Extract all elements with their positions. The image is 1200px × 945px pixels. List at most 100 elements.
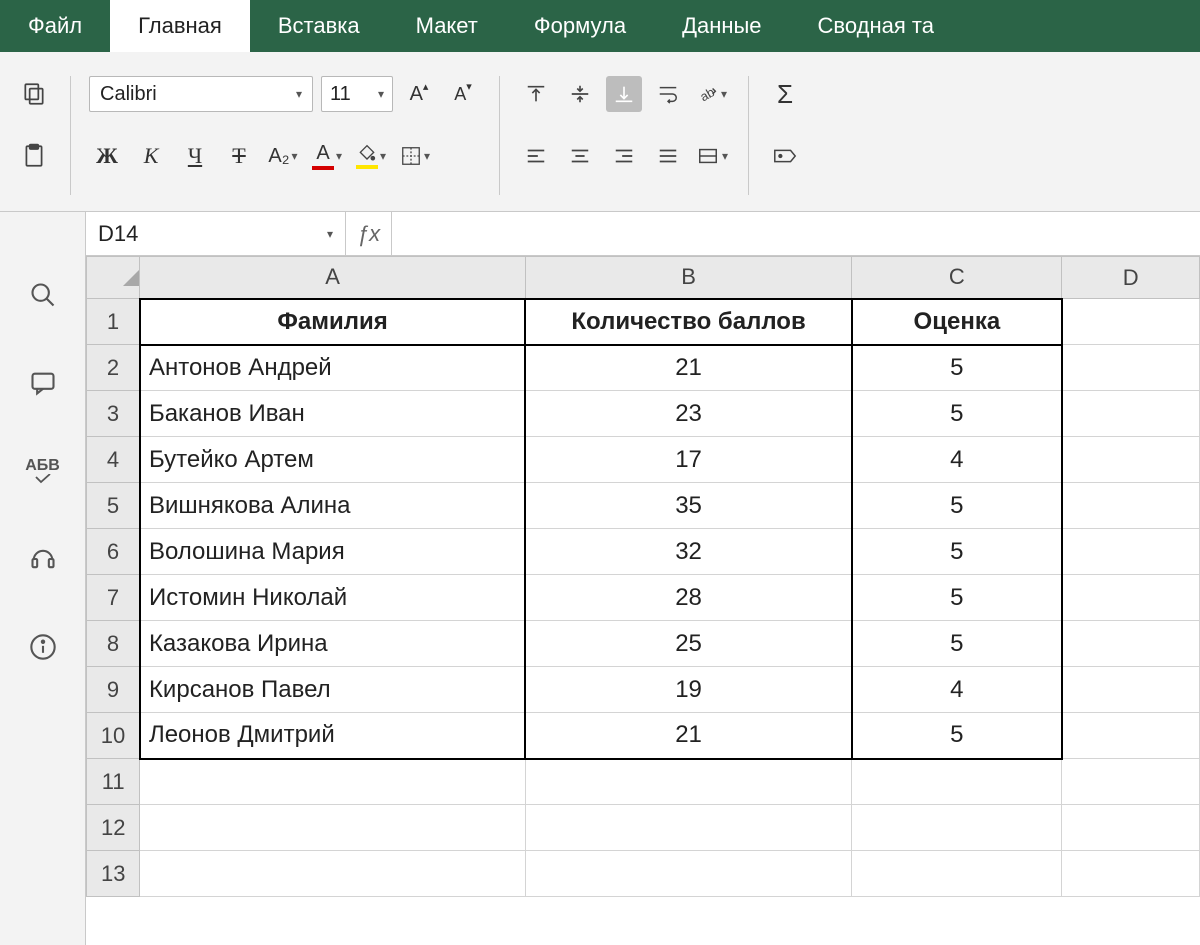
spellcheck-icon[interactable]: АБВ xyxy=(20,448,66,494)
cell-A3[interactable]: Баканов Иван xyxy=(140,391,525,437)
col-header-D[interactable]: D xyxy=(1062,257,1200,299)
cell-A12[interactable] xyxy=(140,805,525,851)
align-justify-icon[interactable] xyxy=(650,138,686,174)
row-header-2[interactable]: 2 xyxy=(87,345,140,391)
select-all-corner[interactable] xyxy=(87,257,140,299)
cell-C4[interactable]: 4 xyxy=(852,437,1062,483)
cell-C7[interactable]: 5 xyxy=(852,575,1062,621)
search-icon[interactable] xyxy=(20,272,66,318)
merge-cells-icon[interactable]: ▾ xyxy=(694,138,730,174)
cell-B1[interactable]: Количество баллов xyxy=(525,299,852,345)
bold-button[interactable]: Ж xyxy=(89,138,125,174)
cell-B8[interactable]: 25 xyxy=(525,621,852,667)
cell-D2[interactable] xyxy=(1062,345,1200,391)
cell-B2[interactable]: 21 xyxy=(525,345,852,391)
row-header-1[interactable]: 1 xyxy=(87,299,140,345)
row-header-13[interactable]: 13 xyxy=(87,851,140,897)
col-header-A[interactable]: A xyxy=(140,257,525,299)
cell-A10[interactable]: Леонов Дмитрий xyxy=(140,713,525,759)
align-left-icon[interactable] xyxy=(518,138,554,174)
cell-A8[interactable]: Казакова Ирина xyxy=(140,621,525,667)
wrap-text-icon[interactable] xyxy=(650,76,686,112)
cell-B5[interactable]: 35 xyxy=(525,483,852,529)
cell-A1[interactable]: Фамилия xyxy=(140,299,525,345)
strikethrough-button[interactable]: Т xyxy=(221,138,257,174)
align-right-icon[interactable] xyxy=(606,138,642,174)
cell-A7[interactable]: Истомин Николай xyxy=(140,575,525,621)
row-header-3[interactable]: 3 xyxy=(87,391,140,437)
menu-tab-2[interactable]: Вставка xyxy=(250,0,388,52)
cell-B12[interactable] xyxy=(525,805,852,851)
increase-font-icon[interactable]: A▴ xyxy=(401,76,437,112)
cell-C9[interactable]: 4 xyxy=(852,667,1062,713)
row-header-4[interactable]: 4 xyxy=(87,437,140,483)
menu-tab-4[interactable]: Формула xyxy=(506,0,654,52)
cell-B10[interactable]: 21 xyxy=(525,713,852,759)
row-header-6[interactable]: 6 xyxy=(87,529,140,575)
cell-C3[interactable]: 5 xyxy=(852,391,1062,437)
cell-D13[interactable] xyxy=(1062,851,1200,897)
cell-D11[interactable] xyxy=(1062,759,1200,805)
align-bottom-icon[interactable] xyxy=(606,76,642,112)
cell-D12[interactable] xyxy=(1062,805,1200,851)
cell-D7[interactable] xyxy=(1062,575,1200,621)
row-header-12[interactable]: 12 xyxy=(87,805,140,851)
font-color-button[interactable]: A ▾ xyxy=(309,138,345,174)
row-header-9[interactable]: 9 xyxy=(87,667,140,713)
cell-C2[interactable]: 5 xyxy=(852,345,1062,391)
row-header-8[interactable]: 8 xyxy=(87,621,140,667)
orientation-icon[interactable]: ab▾ xyxy=(694,76,730,112)
cell-D1[interactable] xyxy=(1062,299,1200,345)
cell-A9[interactable]: Кирсанов Павел xyxy=(140,667,525,713)
named-ranges-icon[interactable] xyxy=(767,138,803,174)
align-center-icon[interactable] xyxy=(562,138,598,174)
align-top-icon[interactable] xyxy=(518,76,554,112)
menu-tab-3[interactable]: Макет xyxy=(388,0,506,52)
cell-A2[interactable]: Антонов Андрей xyxy=(140,345,525,391)
cell-B9[interactable]: 19 xyxy=(525,667,852,713)
row-header-11[interactable]: 11 xyxy=(87,759,140,805)
cell-D4[interactable] xyxy=(1062,437,1200,483)
menu-tab-1[interactable]: Главная xyxy=(110,0,250,52)
cell-C6[interactable]: 5 xyxy=(852,529,1062,575)
cell-D10[interactable] xyxy=(1062,713,1200,759)
comments-icon[interactable] xyxy=(20,360,66,406)
fx-icon[interactable]: ƒx xyxy=(346,212,392,255)
subscript-button[interactable]: A₂▾ xyxy=(265,138,301,174)
copy-icon[interactable] xyxy=(16,76,52,112)
cell-B4[interactable]: 17 xyxy=(525,437,852,483)
cell-D9[interactable] xyxy=(1062,667,1200,713)
align-middle-icon[interactable] xyxy=(562,76,598,112)
row-header-7[interactable]: 7 xyxy=(87,575,140,621)
autosum-icon[interactable]: Σ xyxy=(767,76,803,112)
feedback-icon[interactable] xyxy=(20,536,66,582)
col-header-B[interactable]: B xyxy=(525,257,852,299)
col-header-C[interactable]: C xyxy=(852,257,1062,299)
cell-C11[interactable] xyxy=(852,759,1062,805)
info-icon[interactable] xyxy=(20,624,66,670)
cell-A6[interactable]: Волошина Мария xyxy=(140,529,525,575)
formula-input[interactable] xyxy=(392,212,1200,255)
italic-button[interactable]: К xyxy=(133,138,169,174)
cell-C1[interactable]: Оценка xyxy=(852,299,1062,345)
cell-D6[interactable] xyxy=(1062,529,1200,575)
cell-A11[interactable] xyxy=(140,759,525,805)
row-header-10[interactable]: 10 xyxy=(87,713,140,759)
decrease-font-icon[interactable]: A▾ xyxy=(445,76,481,112)
cell-C12[interactable] xyxy=(852,805,1062,851)
cell-B3[interactable]: 23 xyxy=(525,391,852,437)
menu-tab-5[interactable]: Данные xyxy=(654,0,789,52)
menu-tab-0[interactable]: Файл xyxy=(0,0,110,52)
cell-B11[interactable] xyxy=(525,759,852,805)
cell-B6[interactable]: 32 xyxy=(525,529,852,575)
spreadsheet-grid[interactable]: ABCD 1ФамилияКоличество балловОценка 2Анто… xyxy=(86,256,1200,945)
menu-tab-6[interactable]: Сводная та xyxy=(790,0,962,52)
name-box[interactable]: D14 ▾ xyxy=(86,212,346,255)
cell-A5[interactable]: Вишнякова Алина xyxy=(140,483,525,529)
cell-B7[interactable]: 28 xyxy=(525,575,852,621)
cell-C13[interactable] xyxy=(852,851,1062,897)
borders-button[interactable]: ▾ xyxy=(397,138,433,174)
cell-D3[interactable] xyxy=(1062,391,1200,437)
cell-A13[interactable] xyxy=(140,851,525,897)
cell-A4[interactable]: Бутейко Артем xyxy=(140,437,525,483)
